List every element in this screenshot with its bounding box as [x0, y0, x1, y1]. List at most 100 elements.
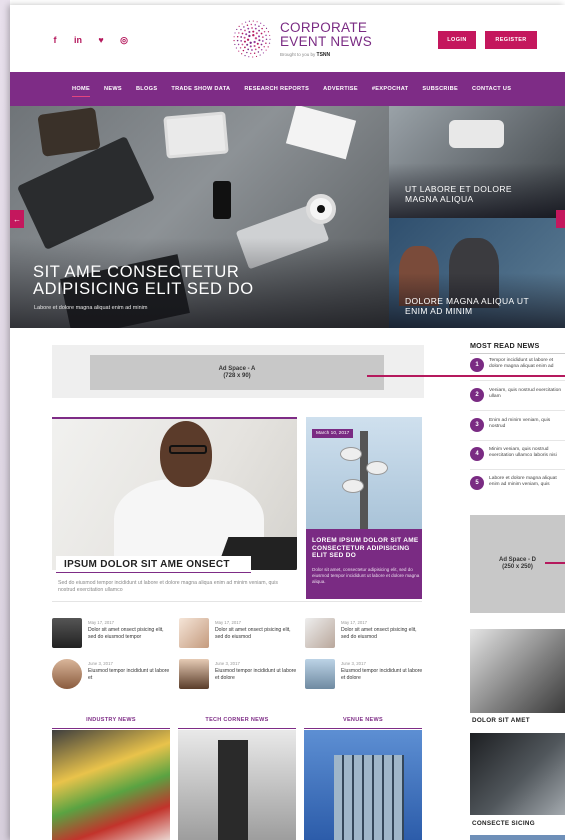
tablet-image — [163, 111, 229, 159]
category-tech-corner-news[interactable]: TECH CORNER NEWS — [178, 717, 296, 729]
register-button[interactable]: REGISTER — [485, 31, 537, 49]
purple-card-desc: Dolor sit amet, consectetur adipisicing … — [312, 567, 420, 584]
thumb-image — [179, 618, 209, 648]
most-read-item[interactable]: 2 Veniam, quis nostrud exercitation ulla… — [470, 387, 565, 411]
item-text: Eiusmod tempor incididunt ut labore et d… — [215, 668, 297, 681]
thumb-image — [305, 618, 335, 648]
ad-space-a[interactable]: Ad Space - A (728 x 90) — [52, 345, 424, 398]
nav-news[interactable]: NEWS — [104, 86, 122, 92]
featured-title[interactable]: IPSUM DOLOR SIT AME ONSECT — [56, 556, 251, 573]
sidebar-story-image-3[interactable] — [470, 835, 565, 840]
sidebar-caption-1[interactable]: DOLOR SIT AMET — [472, 717, 530, 724]
item-date: May 17, 2017 — [88, 620, 115, 625]
nav-trade-show-data[interactable]: TRADE SHOW DATA — [171, 86, 230, 92]
item-number: 3 — [470, 418, 484, 432]
item-number: 2 — [470, 388, 484, 402]
ad-d-label: Ad Space - D — [498, 557, 536, 563]
list-item[interactable]: May 17, 2017 Dolor sit amet onsect pisic… — [305, 618, 425, 648]
list-item[interactable]: June 3, 2017 Eiusmod tempor incididunt u… — [305, 659, 425, 689]
login-button[interactable]: LOGIN — [438, 31, 476, 49]
website: f in ♥ ◎ CORPORATE EVENT NEWS Brought to… — [10, 5, 565, 840]
ad-a-size: (728 x 90) — [223, 372, 251, 379]
list-item[interactable]: May 17, 2017 Dolor sit amet onsect pisic… — [52, 618, 172, 648]
featured-description: Sed do eiusmod tempor incididunt ut labo… — [58, 580, 279, 593]
dotted-globe-icon — [233, 20, 271, 58]
thumb-image — [52, 659, 82, 689]
item-number: 4 — [470, 447, 484, 461]
hero-title[interactable]: SIT AME CONSECTETUR ADIPISICING ELIT SED… — [33, 264, 254, 298]
tech-corner-image[interactable] — [178, 730, 296, 840]
sidebar-story-image-2[interactable] — [470, 733, 565, 815]
slider-prev-arrow-icon[interactable]: ← — [10, 210, 24, 228]
item-text: Enim ad minim veniam, quis nostrud — [489, 418, 551, 430]
item-text: Dolor sit amet onsect pisicing elit, sed… — [341, 627, 417, 640]
item-text: Dolor sit amet onsect pisicing elit, sed… — [215, 627, 291, 640]
ad-a-label: Ad Space - A — [218, 365, 256, 372]
social-links: f in ♥ ◎ — [50, 35, 129, 46]
nav-contact-us[interactable]: CONTACT US — [472, 86, 511, 92]
item-text: Eiusmod tempor incididunt ut labore et d… — [341, 668, 423, 681]
item-text: Labore et dolore magna aliquat enim ad m… — [489, 476, 557, 488]
site-logo[interactable]: CORPORATE EVENT NEWS Brought to you by T… — [232, 19, 372, 59]
background-strip — [0, 0, 10, 840]
facebook-icon[interactable]: f — [50, 35, 60, 46]
dish — [342, 479, 364, 493]
building — [334, 755, 404, 840]
list-item[interactable]: June 3, 2017 Eiusmod tempor incididunt u… — [52, 659, 172, 689]
item-text: Minim veniam, quis nostrud exercitation … — [489, 447, 557, 459]
item-date: June 3, 2017 — [88, 661, 113, 666]
hero-side-story-1[interactable]: UT LABORE ET DOLORE MAGNA ALIQUA — [389, 106, 565, 218]
item-number: 1 — [470, 358, 484, 372]
nav-research-reports[interactable]: RESEARCH REPORTS — [244, 86, 309, 92]
category-industry-news[interactable]: INDUSTRY NEWS — [52, 717, 170, 729]
hero-slide[interactable]: SIT AME CONSECTETUR ADIPISICING ELIT SED… — [10, 106, 389, 328]
wallet-image — [37, 107, 101, 157]
document-image — [285, 106, 357, 160]
divider — [470, 353, 565, 354]
tower-mast — [360, 431, 368, 529]
purple-card-title[interactable]: LOREM IPSUM DOLOR SIT AME CONSECTETUR AD… — [312, 537, 420, 560]
sidebar-story-image-1[interactable] — [470, 629, 565, 713]
item-text: Eiusmod tempor incididunt ut labore et — [88, 668, 170, 681]
item-date: June 3, 2017 — [215, 661, 240, 666]
ad-space-d[interactable]: Ad Space - D (250 x 250) — [470, 515, 565, 613]
most-read-item[interactable]: 5 Labore et dolore magna aliquat enim ad… — [470, 475, 565, 499]
date-badge: March 10, 2017 — [312, 429, 354, 438]
nav-home[interactable]: HOME — [72, 86, 90, 97]
most-read-item[interactable]: 3 Enim ad minim veniam, quis nostrud — [470, 417, 565, 441]
list-item[interactable]: May 17, 2017 Dolor sit amet onsect pisic… — [179, 618, 299, 648]
sidebar-caption-2[interactable]: CONSECTE SICING — [472, 820, 535, 827]
slider-next-arrow-icon[interactable] — [556, 210, 565, 228]
camera-rig — [218, 740, 248, 840]
hero-side-story-2[interactable]: DOLORE MAGNA ALIQUA UT ENIM AD MINIM — [389, 218, 565, 328]
logo-line1: CORPORATE — [280, 19, 368, 35]
separator — [470, 440, 565, 441]
annotation-line — [545, 562, 565, 564]
nav-subscribe[interactable]: SUBSCRIBE — [422, 86, 458, 92]
side-story-1-title: UT LABORE ET DOLORE MAGNA ALIQUA — [405, 184, 512, 204]
dish — [340, 447, 362, 461]
item-text: Tempor incididunt ut labore et dolore ma… — [489, 358, 554, 370]
venue-news-image[interactable] — [304, 730, 422, 840]
coffee-cup-image — [306, 194, 336, 224]
industry-news-image[interactable] — [52, 730, 170, 840]
screenshot-frame: f in ♥ ◎ CORPORATE EVENT NEWS Brought to… — [0, 0, 565, 840]
separator — [470, 469, 565, 470]
most-read-item[interactable]: 1 Tempor incididunt ut labore et dolore … — [470, 357, 565, 381]
item-date: June 3, 2017 — [341, 661, 366, 666]
nav-advertise[interactable]: ADVERTISE — [323, 86, 358, 92]
instagram-icon[interactable]: ◎ — [119, 35, 129, 46]
ad-a-placeholder: Ad Space - A (728 x 90) — [90, 355, 384, 390]
thumb-image — [179, 659, 209, 689]
item-date: May 17, 2017 — [341, 620, 368, 625]
nav-expochat[interactable]: #EXPOCHAT — [372, 86, 408, 92]
nav-blogs[interactable]: BLOGS — [136, 86, 157, 92]
twitter-icon[interactable]: ♥ — [96, 35, 106, 46]
list-item[interactable]: June 3, 2017 Eiusmod tempor incididunt u… — [179, 659, 299, 689]
item-text: Veniam, quis nostrud exercitation ullam — [489, 388, 562, 400]
most-read-item[interactable]: 4 Minim veniam, quis nostrud exercitatio… — [470, 446, 565, 470]
linkedin-icon[interactable]: in — [73, 35, 83, 46]
category-venue-news[interactable]: VENUE NEWS — [304, 717, 422, 729]
most-read-title: MOST READ NEWS — [470, 341, 540, 350]
featured-story-image[interactable] — [52, 417, 297, 570]
